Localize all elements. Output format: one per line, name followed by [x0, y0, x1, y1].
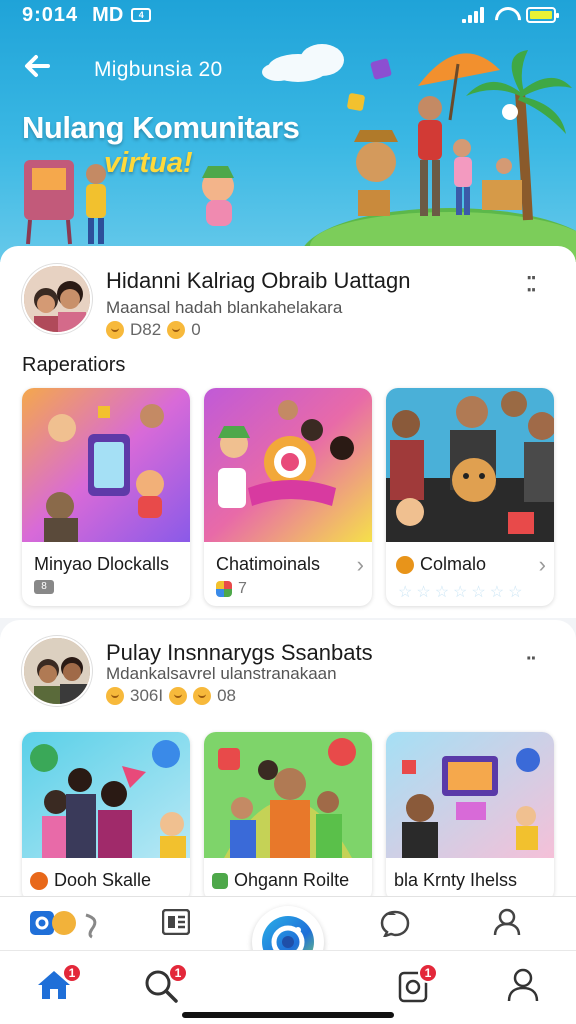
gallery-tile[interactable]: Ohgann Roilte [204, 732, 372, 902]
post-title[interactable]: Pulay Insnnarygs Ssanbats [106, 640, 373, 666]
tile-image [386, 388, 554, 542]
more-options-icon[interactable]: ·· [526, 648, 537, 671]
gallery-tile[interactable]: bla Krnty Ihelss [386, 732, 554, 902]
tab-notifications[interactable]: 1 [398, 963, 438, 1003]
signal-icon [462, 7, 484, 23]
status-bar: 9:014 MD 4 [22, 3, 559, 26]
gallery-tile[interactable]: Minyao Dlockalls 8 [22, 388, 190, 606]
user-icon [507, 968, 539, 1002]
tile-label: Colmalo [420, 554, 487, 574]
battery-icon [526, 7, 559, 23]
status-time: 9:014 [22, 3, 79, 26]
wifi-icon [494, 7, 516, 23]
sim-icon: 4 [131, 8, 152, 22]
back-button[interactable] [22, 50, 56, 84]
section-label: Raperatiors [22, 354, 126, 376]
map-icon [212, 872, 228, 889]
tile-label: Chatimoinals [216, 554, 321, 574]
post-card[interactable]: Pulay Insnnarygs Ssanbats Mdankalsavrel … [0, 620, 576, 902]
gallery-tile[interactable]: Dooh Skalle [22, 732, 190, 902]
chat-icon[interactable] [380, 909, 410, 937]
tile-label-row: Ohgann Roilte [212, 870, 349, 891]
home-indicator [182, 1012, 394, 1018]
post-stats: 306I 08 [106, 686, 236, 706]
tile-label: Ohgann Roilte [234, 870, 350, 890]
smile-emoji-icon [169, 687, 188, 705]
fire-icon [30, 871, 48, 890]
smile-emoji-icon [193, 687, 212, 705]
gallery-tile[interactable]: Colmalo › ☆☆☆☆☆☆☆ [386, 388, 554, 606]
rating-stars: ☆☆☆☆☆☆☆ [398, 584, 527, 601]
smile-emoji-icon [167, 321, 186, 339]
tile-label-row: Colmalo [396, 554, 486, 575]
notification-badge: 1 [168, 963, 188, 983]
article-icon[interactable] [162, 909, 190, 935]
stat-count: 306I [130, 686, 164, 705]
tile-label: bla Krnty Ihelss [394, 870, 518, 890]
hero-banner: 9:014 MD 4 Migbunsia 20 Nulang Komunitar… [0, 0, 576, 262]
nav-title: Migbunsia 20 [94, 58, 223, 81]
chevron-right-icon[interactable]: › [539, 552, 546, 578]
chevron-right-icon[interactable]: › [357, 552, 364, 578]
tile-image [22, 388, 190, 542]
stat-count: 08 [217, 686, 237, 705]
profile-icon[interactable] [492, 907, 522, 937]
tile-label: Dooh Skalle [54, 870, 152, 890]
notification-badge: 1 [62, 963, 82, 983]
more-options-icon[interactable]: ⁚⁚ [526, 272, 537, 297]
tab-search[interactable]: 1 [144, 963, 188, 1003]
hero-subheadline: virtua! [104, 147, 193, 179]
tile-meta-badge: 8 [34, 580, 54, 594]
hero-headline: Nulang Komunitars [22, 110, 300, 145]
avatar[interactable] [22, 264, 92, 334]
notification-badge: 1 [418, 963, 438, 983]
tab-profile[interactable] [506, 967, 540, 1003]
tile-meta-count: 7 [238, 580, 247, 597]
tile-label-row: Dooh Skalle [30, 870, 151, 891]
tile-meta: 8 [34, 580, 54, 594]
coin-icon [396, 555, 414, 574]
gallery-tile[interactable]: Chatimoinals › 7 [204, 388, 372, 606]
post-title[interactable]: Hidanni Kalriag Obraib Uattagn [106, 268, 411, 294]
reaction-icons [30, 911, 97, 939]
reactions-button[interactable] [30, 909, 104, 939]
tab-home[interactable]: 1 [36, 963, 82, 1001]
smile-emoji-icon [106, 687, 124, 705]
tile-image [386, 732, 554, 858]
tile-meta: 7 [216, 580, 247, 598]
tile-label: Minyao Dlockalls [34, 554, 170, 574]
post-card[interactable]: Hidanni Kalriag Obraib Uattagn Maansal h… [0, 246, 576, 618]
tile-image [204, 388, 372, 542]
arrow-left-icon [25, 55, 50, 77]
tile-image [22, 732, 190, 858]
stat-count: D82 [130, 320, 162, 339]
tile-image [204, 732, 372, 858]
smile-emoji-icon [106, 321, 124, 339]
post-subtitle: Maansal hadah blankahelakara [106, 298, 343, 317]
stat-count: 0 [191, 320, 201, 339]
post-subtitle: Mdankalsavrel ulanstranakaan [106, 664, 337, 683]
post-stats: D82 0 [106, 320, 201, 340]
apps-icon [216, 581, 232, 597]
status-carrier: MD [92, 3, 124, 26]
avatar[interactable] [22, 636, 92, 706]
